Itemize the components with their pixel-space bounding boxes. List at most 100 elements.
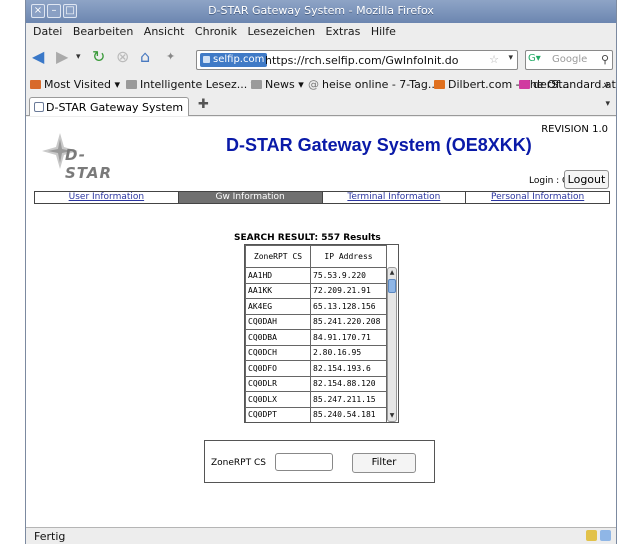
table-row[interactable]: CQ0DLR 82.154.88.120: [245, 375, 387, 392]
results-table-container: ZoneRPT CS IP Address AA1HD 75.53.9.220 AA…: [244, 244, 399, 423]
cell-ip: 2.80.16.95: [310, 344, 387, 361]
status-text: Fertig: [34, 530, 66, 543]
menu-datei[interactable]: Datei: [33, 25, 62, 38]
connection-icon[interactable]: [600, 530, 611, 541]
home-icon[interactable]: ⌂: [140, 48, 150, 66]
google-engine-icon[interactable]: G▾: [528, 53, 550, 67]
cell-zonerpt: CQ0DFO: [245, 360, 311, 377]
search-bar[interactable]: G▾ Google ⚲: [525, 50, 613, 70]
cell-ip: 85.240.54.181: [310, 406, 387, 422]
table-row[interactable]: CQ0DPT 85.240.54.181: [245, 406, 387, 422]
heise-icon: @: [308, 78, 319, 91]
menu-hilfe[interactable]: Hilfe: [371, 25, 396, 38]
tab-personal-information[interactable]: Personal Information: [466, 192, 609, 203]
url-text[interactable]: https://rch.selfip.com/GwInfoInit.do: [265, 54, 459, 67]
cell-zonerpt: CQ0DBA: [245, 329, 311, 346]
bookmarks-toolbar: Most Visited ▾ Intelligente Lesez... ▾ N…: [26, 75, 616, 94]
search-icon[interactable]: ⚲: [601, 53, 609, 66]
cell-ip: 65.13.128.156: [310, 298, 387, 315]
browser-window: × – □ D-STAR Gateway System - Mozilla Fi…: [25, 0, 617, 544]
reload-icon[interactable]: ↻: [92, 48, 105, 66]
history-dropdown-icon[interactable]: ▾: [76, 48, 81, 66]
cell-zonerpt: AA1HD: [245, 267, 311, 284]
bookmark-intelligente[interactable]: Intelligente Lesez... ▾: [126, 78, 256, 91]
scroll-thumb[interactable]: [388, 279, 396, 293]
zonerpt-filter-input[interactable]: [275, 453, 333, 471]
column-header-ip: IP Address: [310, 245, 387, 268]
cell-zonerpt: CQ0DLX: [245, 391, 311, 408]
cell-zonerpt: AK4EG: [245, 298, 311, 315]
filter-button[interactable]: Filter: [352, 453, 416, 473]
menu-extras[interactable]: Extras: [326, 25, 361, 38]
table-body: AA1HD 75.53.9.220 AA1KK 72.209.21.91 AK4EG 65…: [245, 267, 387, 422]
dstar-logo: D-STAR: [40, 131, 130, 182]
bookmarks-overflow-icon[interactable]: »: [603, 78, 610, 91]
scroll-down-icon[interactable]: ▼: [388, 412, 396, 420]
url-bar[interactable]: selfip.com https://rch.selfip.com/GwInfo…: [196, 50, 518, 70]
new-tab-icon[interactable]: ✚: [198, 97, 209, 112]
tab-terminal-information[interactable]: Terminal Information: [323, 192, 467, 203]
stop-icon[interactable]: ⊗: [116, 48, 129, 66]
table-row[interactable]: CQ0DCH 2.80.16.95: [245, 344, 387, 361]
table-row[interactable]: AK4EG 65.13.128.156: [245, 298, 387, 315]
lock-icon[interactable]: [586, 530, 597, 541]
results-table: ZoneRPT CS IP Address AA1HD 75.53.9.220 AA…: [245, 245, 387, 422]
cell-ip: 82.154.88.120: [310, 375, 387, 392]
scroll-up-icon[interactable]: ▲: [388, 269, 396, 277]
derstandard-icon: [519, 80, 530, 89]
tab-dstar-gateway[interactable]: D-STAR Gateway System: [29, 97, 189, 116]
menu-lesezeichen[interactable]: Lesezeichen: [247, 25, 315, 38]
title-bar: × – □ D-STAR Gateway System - Mozilla Fi…: [26, 0, 616, 23]
menu-ansicht[interactable]: Ansicht: [144, 25, 185, 38]
folder-icon: [126, 80, 137, 89]
table-header-row: ZoneRPT CS IP Address: [245, 245, 387, 268]
table-row[interactable]: AA1KK 72.209.21.91: [245, 282, 387, 299]
window-title: D-STAR Gateway System - Mozilla Firefox: [208, 4, 434, 17]
bookmark-heise[interactable]: @ heise online - 7-Tag...: [308, 78, 438, 91]
cell-zonerpt: AA1KK: [245, 282, 311, 299]
bookmark-label: News ▾: [265, 78, 304, 91]
column-header-zonerpt: ZoneRPT CS: [245, 245, 311, 268]
cell-zonerpt: CQ0DAH: [245, 313, 311, 330]
bookmark-label: heise online - 7-Tag...: [322, 78, 439, 91]
table-row[interactable]: CQ0DFO 82.154.193.6: [245, 360, 387, 377]
forward-icon[interactable]: ▶: [56, 48, 68, 66]
most-visited-icon: [30, 80, 41, 89]
tab-user-information[interactable]: User Information: [35, 192, 179, 203]
info-tabs: User Information Gw Information Terminal…: [34, 191, 610, 204]
menu-bearbeiten[interactable]: Bearbeiten: [73, 25, 133, 38]
table-row[interactable]: CQ0DAH 85.241.220.208: [245, 313, 387, 330]
url-dropdown-icon[interactable]: ▾: [508, 53, 513, 63]
site-identity-badge[interactable]: selfip.com: [200, 53, 268, 67]
menu-chronik[interactable]: Chronik: [195, 25, 237, 38]
logout-button[interactable]: Logout: [564, 170, 609, 189]
bookmark-star-icon[interactable]: ☆: [489, 53, 499, 66]
page-content: D-STAR REVISION 1.0 D-STAR Gateway Syste…: [26, 117, 616, 527]
logo-text: D-STAR: [65, 146, 113, 182]
folder-icon: [251, 80, 262, 89]
cell-zonerpt: CQ0DPT: [245, 406, 311, 422]
page-title: D-STAR Gateway System (OE8XKK): [226, 135, 532, 155]
table-row[interactable]: CQ0DBA 84.91.170.71: [245, 329, 387, 346]
search-result-count: SEARCH RESULT: 557 Results: [234, 233, 381, 243]
table-row[interactable]: AA1HD 75.53.9.220: [245, 267, 387, 284]
table-row[interactable]: CQ0DLX 85.247.211.15: [245, 391, 387, 408]
tab-strip: D-STAR Gateway System ✚ ▾: [26, 95, 616, 116]
status-bar: Fertig: [26, 527, 616, 544]
table-scrollbar[interactable]: ▲ ▼: [387, 267, 397, 422]
cell-ip: 82.154.193.6: [310, 360, 387, 377]
bookmark-most-visited[interactable]: Most Visited ▾: [30, 78, 120, 91]
revision-label: REVISION 1.0: [541, 124, 608, 135]
tab-list-icon[interactable]: ▾: [605, 99, 610, 109]
filter-panel: ZoneRPT CS Filter: [204, 440, 435, 483]
cell-zonerpt: CQ0DCH: [245, 344, 311, 361]
dilbert-icon: [434, 80, 445, 89]
tab-gw-information[interactable]: Gw Information: [178, 192, 323, 203]
addon-icon[interactable]: ✦: [166, 48, 175, 66]
bookmark-news[interactable]: News ▾: [251, 78, 304, 91]
back-icon[interactable]: ◀: [32, 48, 44, 66]
bookmark-label: Intelligente Lesez... ▾: [140, 78, 257, 91]
navigation-toolbar: ◀ ▶ ▾ ↻ ⊗ ⌂ ✦ selfip.com https://rch.sel…: [26, 43, 616, 73]
filter-label: ZoneRPT CS: [211, 458, 266, 468]
bookmark-derstandard[interactable]: derStandard.at: [519, 78, 616, 91]
